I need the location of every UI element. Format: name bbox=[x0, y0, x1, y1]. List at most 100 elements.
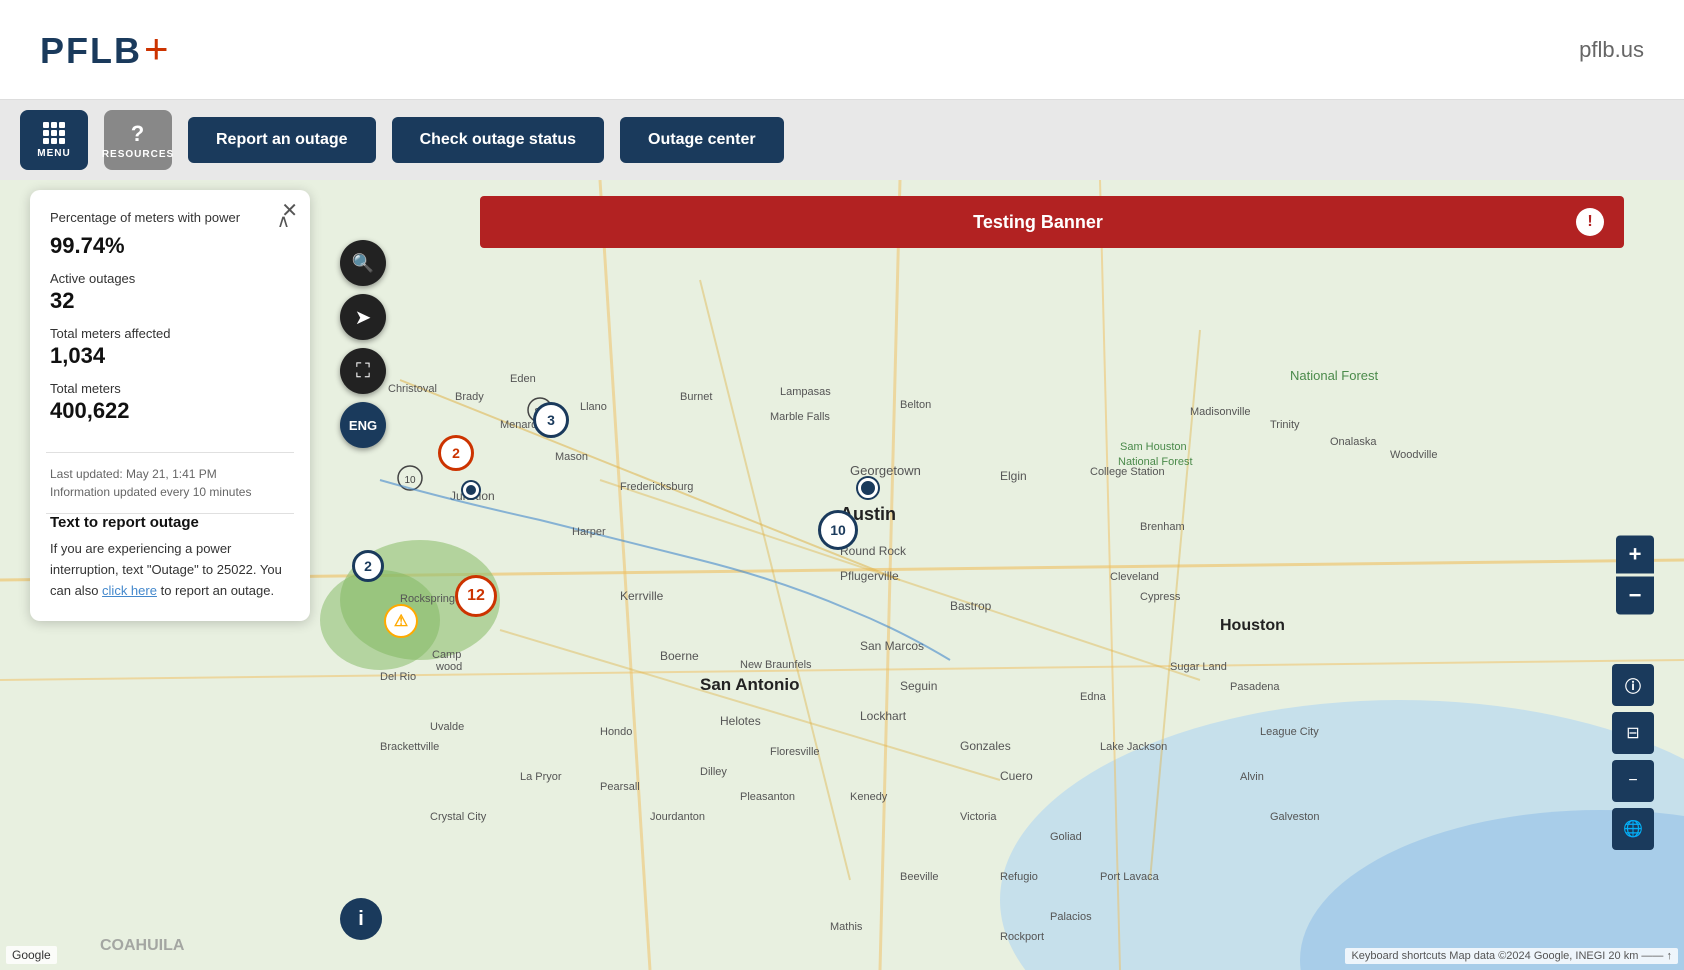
svg-text:Harper: Harper bbox=[572, 526, 606, 538]
cluster-marker-3[interactable]: 3 bbox=[533, 402, 569, 438]
svg-text:Brenham: Brenham bbox=[1140, 521, 1185, 533]
text-report-section: Text to report outage If you are experie… bbox=[30, 514, 310, 621]
svg-text:10: 10 bbox=[404, 475, 416, 486]
language-button[interactable]: ENG bbox=[340, 402, 386, 448]
svg-text:Woodville: Woodville bbox=[1390, 449, 1438, 461]
svg-text:Llano: Llano bbox=[580, 401, 607, 413]
svg-text:San Marcos: San Marcos bbox=[860, 639, 924, 653]
svg-text:Bastrop: Bastrop bbox=[950, 599, 992, 613]
map-extra-minus[interactable]: − bbox=[1612, 760, 1654, 802]
svg-text:Refugio: Refugio bbox=[1000, 871, 1038, 883]
navbar: MENU ? RESOURCES Report an outage Check … bbox=[0, 100, 1684, 180]
dash-icon: − bbox=[1628, 772, 1637, 790]
svg-text:Elgin: Elgin bbox=[1000, 469, 1027, 483]
svg-text:National Forest: National Forest bbox=[1290, 368, 1379, 383]
svg-text:Trinity: Trinity bbox=[1270, 419, 1300, 431]
map-info-extra-button[interactable]: ⓘ bbox=[1612, 664, 1654, 706]
report-link[interactable]: click here bbox=[102, 583, 157, 598]
cluster-marker-12[interactable]: 12 bbox=[455, 575, 497, 617]
svg-text:Pasadena: Pasadena bbox=[1230, 681, 1280, 693]
svg-text:Georgetown: Georgetown bbox=[850, 463, 921, 478]
cluster-marker-2-blue[interactable]: 2 bbox=[352, 550, 384, 582]
active-outages-label: Active outages bbox=[50, 271, 290, 288]
svg-text:Seguin: Seguin bbox=[900, 679, 937, 693]
svg-text:Kerrville: Kerrville bbox=[620, 589, 664, 603]
svg-text:Rockport: Rockport bbox=[1000, 931, 1044, 943]
search-icon: 🔍 bbox=[352, 253, 374, 274]
svg-text:Cleveland: Cleveland bbox=[1110, 571, 1159, 583]
update-interval-text: Information updated every 10 minutes bbox=[50, 483, 290, 501]
testing-banner-text: Testing Banner bbox=[500, 212, 1576, 233]
navigate-button[interactable]: ➤ bbox=[340, 294, 386, 340]
svg-text:Uvalde: Uvalde bbox=[430, 721, 464, 733]
svg-text:Rocksprings: Rocksprings bbox=[400, 593, 461, 605]
svg-text:Helotes: Helotes bbox=[720, 714, 761, 728]
svg-text:COAHUILA: COAHUILA bbox=[100, 937, 185, 954]
svg-text:Floresville: Floresville bbox=[770, 746, 820, 758]
svg-text:Mathis: Mathis bbox=[830, 921, 863, 933]
svg-text:Madisonville: Madisonville bbox=[1190, 406, 1251, 418]
svg-text:Brady: Brady bbox=[455, 391, 484, 403]
grid-icon bbox=[43, 122, 65, 144]
svg-text:Palacios: Palacios bbox=[1050, 911, 1092, 923]
panel-close-button[interactable]: ✕ bbox=[281, 198, 298, 223]
svg-text:Edna: Edna bbox=[1080, 691, 1107, 703]
menu-button[interactable]: MENU bbox=[20, 110, 88, 170]
map-globe-button[interactable]: 🌐 bbox=[1612, 808, 1654, 850]
svg-text:Kenedy: Kenedy bbox=[850, 791, 888, 803]
map-extra-controls: ⓘ ⊟ − 🌐 bbox=[1612, 664, 1654, 850]
svg-text:Marble Falls: Marble Falls bbox=[770, 411, 830, 423]
svg-text:Brackettville: Brackettville bbox=[380, 741, 439, 753]
active-outages-row: Active outages 32 bbox=[50, 271, 290, 314]
map-zoom-controls: + − bbox=[1616, 536, 1654, 615]
logo-pflb: PFLB bbox=[40, 30, 142, 71]
cluster-marker-2-red[interactable]: 2 bbox=[438, 435, 474, 471]
map-info-button[interactable]: i bbox=[340, 898, 382, 940]
panel-stats: Percentage of meters with power ∧ 99.74%… bbox=[30, 190, 310, 452]
svg-text:wood: wood bbox=[435, 661, 462, 673]
pct-value: 99.74% bbox=[50, 233, 290, 259]
total-meters-label: Total meters bbox=[50, 381, 290, 398]
svg-text:Menard: Menard bbox=[500, 419, 537, 431]
text-report-title: Text to report outage bbox=[50, 514, 290, 531]
warning-marker[interactable]: ⚠ bbox=[384, 604, 418, 638]
header-url: pflb.us bbox=[1579, 37, 1644, 63]
svg-text:Lake Jackson: Lake Jackson bbox=[1100, 741, 1167, 753]
menu-label: MENU bbox=[37, 148, 70, 159]
report-outage-button[interactable]: Report an outage bbox=[188, 117, 376, 163]
navigate-icon: ➤ bbox=[355, 305, 372, 330]
svg-text:Lampasas: Lampasas bbox=[780, 386, 831, 398]
search-map-button[interactable]: 🔍 bbox=[340, 240, 386, 286]
plus-icon: + bbox=[1629, 542, 1642, 568]
resources-label: RESOURCES bbox=[102, 149, 174, 160]
svg-text:Pflugerville: Pflugerville bbox=[840, 569, 899, 583]
info-icon: i bbox=[358, 908, 364, 931]
svg-text:Hondo: Hondo bbox=[600, 726, 632, 738]
language-label: ENG bbox=[349, 418, 377, 433]
cluster-marker-10[interactable]: 10 bbox=[818, 510, 858, 550]
map-data-attribution: Keyboard shortcuts Map data ©2024 Google… bbox=[1345, 948, 1678, 964]
total-affected-row: Total meters affected 1,034 bbox=[50, 326, 290, 369]
left-panel: ✕ Percentage of meters with power ∧ 99.7… bbox=[30, 190, 310, 621]
svg-text:Del Rio: Del Rio bbox=[380, 671, 416, 683]
total-affected-value: 1,034 bbox=[50, 343, 290, 369]
outage-center-button[interactable]: Outage center bbox=[620, 117, 784, 163]
map-layers-button[interactable]: ⊟ bbox=[1612, 712, 1654, 754]
svg-text:Sugar Land: Sugar Land bbox=[1170, 661, 1227, 673]
svg-text:Pleasanton: Pleasanton bbox=[740, 791, 795, 803]
svg-text:Burnet: Burnet bbox=[680, 391, 712, 403]
layers-icon: ⊟ bbox=[1626, 723, 1639, 743]
location-dot-georgetown[interactable] bbox=[858, 478, 878, 498]
svg-text:Sam Houston: Sam Houston bbox=[1120, 441, 1187, 453]
fullscreen-button[interactable]: ⛶ bbox=[340, 348, 386, 394]
minus-icon: − bbox=[1629, 583, 1642, 609]
check-status-button[interactable]: Check outage status bbox=[392, 117, 604, 163]
svg-text:Beeville: Beeville bbox=[900, 871, 939, 883]
zoom-out-button[interactable]: − bbox=[1616, 577, 1654, 615]
resources-button[interactable]: ? RESOURCES bbox=[104, 110, 172, 170]
zoom-in-button[interactable]: + bbox=[1616, 536, 1654, 574]
svg-text:Dilley: Dilley bbox=[700, 766, 727, 778]
logo-area: PFLB+ bbox=[40, 28, 171, 72]
svg-text:Boerne: Boerne bbox=[660, 649, 699, 663]
location-dot-junction[interactable] bbox=[463, 482, 479, 498]
